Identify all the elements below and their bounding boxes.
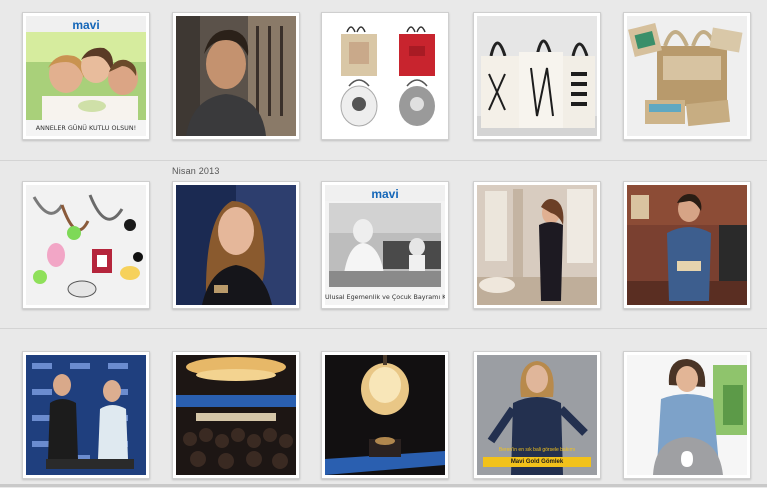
thumb-tote-bags-four[interactable] [321, 12, 449, 140]
thumb-woman-with-bag[interactable] [623, 351, 751, 479]
thumb-man-reading[interactable] [623, 181, 751, 309]
woman-room-photo [477, 185, 597, 305]
two-men-stage-photo [26, 355, 146, 475]
tote-bags-photo [325, 16, 445, 136]
card-caption: Ulusal Egemenlik ve Çocuk Bayramı Kutlu … [325, 289, 445, 305]
necklaces-photo [26, 185, 146, 305]
logo-text: mavi [72, 18, 100, 32]
woman-bag-photo [627, 355, 747, 475]
mothers-day-photo [26, 16, 146, 136]
childrens-day-photo [325, 185, 445, 305]
brand-logo: mavi [26, 16, 146, 32]
card-caption: ANNELER GÜNÜ KUTLU OLSUN! [26, 120, 146, 136]
man-portrait-photo [176, 16, 296, 136]
thumb-woman-gold-campaign[interactable]: Beren'in en sık bali görsele bakımı Mavi… [473, 351, 601, 479]
man-reading-photo [627, 185, 747, 305]
month-label: Nisan 2013 [172, 166, 220, 176]
thumb-woman-in-room[interactable] [473, 181, 601, 309]
campaign-subtitle: Beren'in en sık bali görsele bakımı [498, 447, 576, 453]
thumb-man-portrait[interactable] [172, 12, 300, 140]
woman-portrait-photo [176, 185, 296, 305]
thumb-canvas-tote-bags[interactable] [473, 12, 601, 140]
thumb-childrens-day-card[interactable]: mavi Ulusal Egemenlik ve Çocuk Bayramı K… [321, 181, 449, 309]
thumb-chandelier-stage[interactable] [321, 351, 449, 479]
thumb-two-men-on-stage[interactable] [22, 351, 150, 479]
thumb-mothers-day-card[interactable]: mavi ANNELER GÜNÜ KUTLU OLSUN! [22, 12, 150, 140]
brand-logo: mavi [325, 185, 445, 201]
thumb-event-crowd[interactable] [172, 351, 300, 479]
thumb-woman-portrait[interactable] [172, 181, 300, 309]
thumb-jute-bags[interactable] [623, 12, 751, 140]
logo-text: mavi [371, 187, 399, 201]
thumb-necklaces[interactable] [22, 181, 150, 309]
jute-bags-photo [627, 16, 747, 136]
canvas-bags-photo [477, 16, 597, 136]
event-crowd-photo [176, 355, 296, 475]
chandelier-photo [325, 355, 445, 475]
campaign-badge: Mavi Gold Gömlek [483, 457, 591, 467]
